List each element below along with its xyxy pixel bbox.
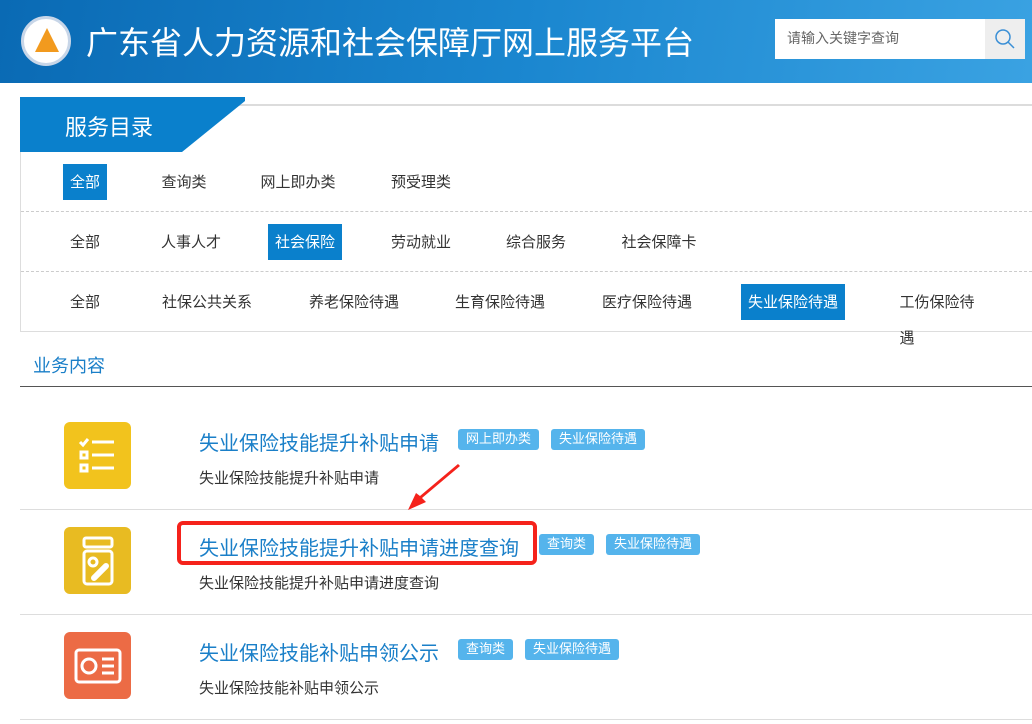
medicine-bottle-icon[interactable] xyxy=(64,527,131,594)
header: 广东省人力资源和社会保障厅网上服务平台 xyxy=(0,0,1032,83)
filter-row-type: 全部 查询类 网上即办类 预受理类 xyxy=(21,152,1032,212)
tag: 网上即办类 xyxy=(458,429,540,450)
tag: 失业保险待遇 xyxy=(525,639,620,660)
filter-medical[interactable]: 医疗保险待遇 xyxy=(595,284,699,320)
filter-all[interactable]: 全部 xyxy=(62,164,108,200)
divider xyxy=(20,386,1032,387)
service-desc: 失业保险技能补贴申领公示 xyxy=(199,679,380,697)
logo xyxy=(21,16,71,66)
checklist-icon[interactable] xyxy=(64,422,131,489)
filter-all[interactable]: 全部 xyxy=(63,284,107,320)
search-input[interactable] xyxy=(775,19,985,59)
search-icon xyxy=(995,29,1015,49)
filter-online[interactable]: 网上即办类 xyxy=(253,164,342,200)
filter-talent[interactable]: 人事人才 xyxy=(154,224,228,260)
catalog-title: 服务目录 xyxy=(65,116,154,141)
tag: 失业保险待遇 xyxy=(551,429,646,450)
filter-all[interactable]: 全部 xyxy=(63,224,107,260)
service-item: 失业保险技能提升补贴申请 网上即办类 失业保险待遇 失业保险技能提升补贴申请 xyxy=(20,405,1032,510)
filter-public[interactable]: 社保公共关系 xyxy=(155,284,259,320)
service-title[interactable]: 失业保险技能提升补贴申请 xyxy=(199,427,439,456)
service-desc: 失业保险技能提升补贴申请进度查询 xyxy=(199,574,440,592)
section-title: 业务内容 xyxy=(33,356,105,377)
filter-social-insurance[interactable]: 社会保险 xyxy=(267,224,343,260)
filter-injury[interactable]: 工伤保险待遇 xyxy=(893,284,986,347)
service-title[interactable]: 失业保险技能补贴申领公示 xyxy=(199,637,439,666)
service-item: 失业保险技能补贴申领公示 查询类 失业保险待遇 失业保险技能补贴申领公示 xyxy=(20,615,1032,720)
arrow-annotation-icon xyxy=(408,464,460,510)
highlight-box xyxy=(177,521,537,565)
filter-unemployment[interactable]: 失业保险待遇 xyxy=(740,284,846,320)
filter-maternity[interactable]: 生育保险待遇 xyxy=(448,284,552,320)
tag: 查询类 xyxy=(458,639,514,660)
social-security-card-icon[interactable] xyxy=(64,632,131,699)
service-desc: 失业保险技能提升补贴申请 xyxy=(199,469,380,487)
filter-row-category: 全部 人事人才 社会保险 劳动就业 综合服务 社会保障卡 xyxy=(21,212,1032,272)
filter-row-sub: 全部 社保公共关系 养老保险待遇 生育保险待遇 医疗保险待遇 失业保险待遇 工伤… xyxy=(21,272,1032,347)
filter-pension[interactable]: 养老保险待遇 xyxy=(302,284,406,320)
filter-employment[interactable]: 劳动就业 xyxy=(384,224,458,260)
search-button[interactable] xyxy=(985,19,1025,59)
filter-general[interactable]: 综合服务 xyxy=(499,224,573,260)
site-title: 广东省人力资源和社会保障厅网上服务平台 xyxy=(86,24,695,62)
tag: 查询类 xyxy=(539,534,595,555)
tag: 失业保险待遇 xyxy=(606,534,701,555)
filter-query[interactable]: 查询类 xyxy=(154,164,213,200)
filter-pre[interactable]: 预受理类 xyxy=(384,164,458,200)
filter-card[interactable]: 社会保障卡 xyxy=(614,224,703,260)
